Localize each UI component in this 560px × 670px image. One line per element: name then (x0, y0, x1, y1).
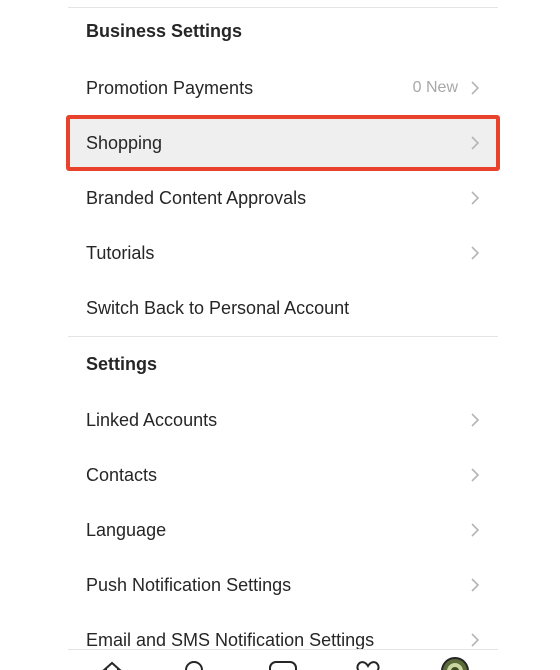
language-label: Language (86, 519, 167, 540)
bottom-tab-bar (68, 649, 498, 670)
language-row[interactable]: Language (68, 504, 498, 556)
contacts-row[interactable]: Contacts (68, 449, 498, 501)
promotion-payments-row[interactable]: Promotion Payments 0 New (68, 62, 498, 114)
shopping-label: Shopping (86, 132, 163, 153)
branded-content-approvals-label: Branded Content Approvals (86, 187, 307, 208)
profile-avatar-icon[interactable] (440, 656, 470, 670)
chevron-right-icon (468, 468, 482, 482)
top-divider (68, 7, 498, 8)
home-icon[interactable] (100, 660, 124, 670)
push-notification-settings-label: Push Notification Settings (86, 574, 292, 595)
email-sms-notification-settings-label: Email and SMS Notification Settings (86, 629, 375, 650)
add-post-icon[interactable] (269, 660, 297, 670)
push-notification-settings-row[interactable]: Push Notification Settings (68, 559, 498, 611)
chevron-right-icon (468, 633, 482, 647)
switch-to-personal-account-label: Switch Back to Personal Account (86, 297, 350, 318)
shopping-row[interactable]: Shopping (66, 115, 500, 171)
chevron-right-icon (468, 246, 482, 260)
chevron-right-icon (468, 413, 482, 427)
settings-header: Settings (86, 354, 158, 374)
linked-accounts-row[interactable]: Linked Accounts (68, 394, 498, 446)
promotion-payments-label: Promotion Payments (86, 77, 254, 98)
chevron-right-icon (468, 191, 482, 205)
tutorials-row[interactable]: Tutorials (68, 227, 498, 279)
settings-screen: Business Settings Promotion Payments 0 N… (0, 0, 560, 670)
tutorials-label: Tutorials (86, 242, 155, 263)
chevron-right-icon (468, 81, 482, 95)
chevron-right-icon (468, 523, 482, 537)
business-settings-header: Business Settings (86, 21, 243, 41)
chevron-right-icon (468, 136, 482, 150)
promotion-payments-new-count: 0 New (412, 79, 458, 96)
contacts-label: Contacts (86, 464, 158, 485)
section-divider (68, 336, 498, 337)
search-icon[interactable] (183, 660, 207, 670)
switch-to-personal-account-row[interactable]: Switch Back to Personal Account (68, 282, 498, 334)
heart-icon[interactable] (355, 660, 381, 670)
chevron-right-icon (468, 578, 482, 592)
branded-content-approvals-row[interactable]: Branded Content Approvals (68, 172, 498, 224)
settings-list: Business Settings Promotion Payments 0 N… (66, 0, 500, 650)
linked-accounts-label: Linked Accounts (86, 409, 218, 430)
